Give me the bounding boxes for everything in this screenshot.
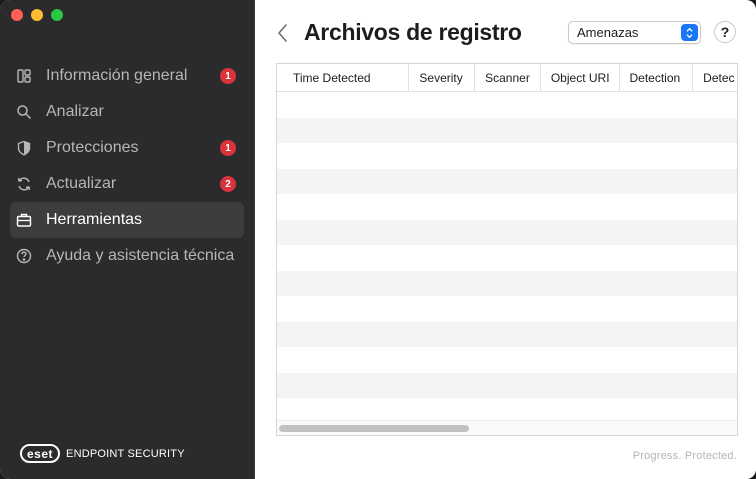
select-arrows-icon xyxy=(681,24,698,41)
sidebar-item-help[interactable]: Ayuda y asistencia técnica xyxy=(10,238,244,274)
select-value: Amenazas xyxy=(577,25,639,40)
sidebar-item-label: Actualizar xyxy=(46,175,117,192)
help-label: ? xyxy=(720,24,730,40)
sidebar-item-label: Información general xyxy=(46,67,188,84)
chevron-left-icon xyxy=(278,24,287,42)
table-row[interactable] xyxy=(277,117,737,143)
sidebar-nav: Información general 1 Analizar Proteccio… xyxy=(10,58,244,274)
table-row[interactable] xyxy=(277,219,737,245)
table-row[interactable] xyxy=(277,372,737,398)
column-header-detection[interactable]: Detection xyxy=(620,64,694,92)
table-row[interactable] xyxy=(277,143,737,169)
eset-logo: eset xyxy=(20,444,61,463)
table-row[interactable] xyxy=(277,92,737,118)
notification-badge: 1 xyxy=(220,68,236,84)
column-header-detection-2[interactable]: Detec xyxy=(693,64,737,92)
page-title: Archivos de registro xyxy=(304,19,522,45)
table-row[interactable] xyxy=(277,245,737,271)
table-row[interactable] xyxy=(277,296,737,322)
sidebar-item-label: Herramientas xyxy=(46,211,143,228)
zoom-window-button[interactable] xyxy=(51,9,63,21)
sidebar-item-update[interactable]: Actualizar 2 xyxy=(10,166,244,202)
log-type-select[interactable]: Amenazas xyxy=(568,21,701,44)
table-row[interactable] xyxy=(277,347,737,373)
sidebar-item-scan[interactable]: Analizar xyxy=(10,94,244,130)
scrollbar-thumb[interactable] xyxy=(279,425,469,432)
shield-icon xyxy=(16,140,32,156)
refresh-icon xyxy=(16,176,32,192)
app-window: Información general 1 Analizar Proteccio… xyxy=(0,0,756,479)
column-header-time-detected[interactable]: Time Detected xyxy=(277,64,410,92)
minimize-window-button[interactable] xyxy=(31,9,43,21)
notification-badge: 2 xyxy=(220,176,236,192)
slogan: Progress. Protected. xyxy=(632,450,737,462)
log-table: Time Detected Severity Scanner Object UR… xyxy=(276,63,738,436)
table-header: Time Detected Severity Scanner Object UR… xyxy=(277,64,737,92)
sidebar: Información general 1 Analizar Proteccio… xyxy=(0,0,255,479)
sidebar-item-overview[interactable]: Información general 1 xyxy=(10,58,244,94)
briefcase-icon xyxy=(16,212,32,228)
product-name: ENDPOINT SECURITY xyxy=(66,447,185,460)
help-circle-icon xyxy=(16,248,32,264)
sidebar-item-label: Ayuda y asistencia técnica xyxy=(46,247,235,264)
brand: eset ENDPOINT SECURITY xyxy=(20,444,185,463)
dashboard-icon xyxy=(16,68,32,84)
sidebar-item-label: Protecciones xyxy=(46,139,139,156)
table-row[interactable] xyxy=(277,270,737,296)
table-row[interactable] xyxy=(277,168,737,194)
search-icon xyxy=(16,104,32,120)
horizontal-scrollbar[interactable] xyxy=(277,420,737,435)
sidebar-item-protections[interactable]: Protecciones 1 xyxy=(10,130,244,166)
table-row[interactable] xyxy=(277,321,737,347)
table-row[interactable] xyxy=(277,194,737,220)
table-body xyxy=(277,92,737,421)
help-button[interactable]: ? xyxy=(714,21,736,43)
column-header-severity[interactable]: Severity xyxy=(409,64,476,92)
column-header-object-uri[interactable]: Object URI xyxy=(541,64,620,92)
sidebar-item-label: Analizar xyxy=(46,103,104,120)
window-controls xyxy=(11,9,63,21)
sidebar-item-tools[interactable]: Herramientas xyxy=(10,202,244,238)
notification-badge: 1 xyxy=(220,140,236,156)
main-panel: Archivos de registro Amenazas ? Time Det… xyxy=(255,0,756,479)
close-window-button[interactable] xyxy=(11,9,23,21)
back-button[interactable] xyxy=(275,22,291,44)
column-header-scanner[interactable]: Scanner xyxy=(475,64,541,92)
